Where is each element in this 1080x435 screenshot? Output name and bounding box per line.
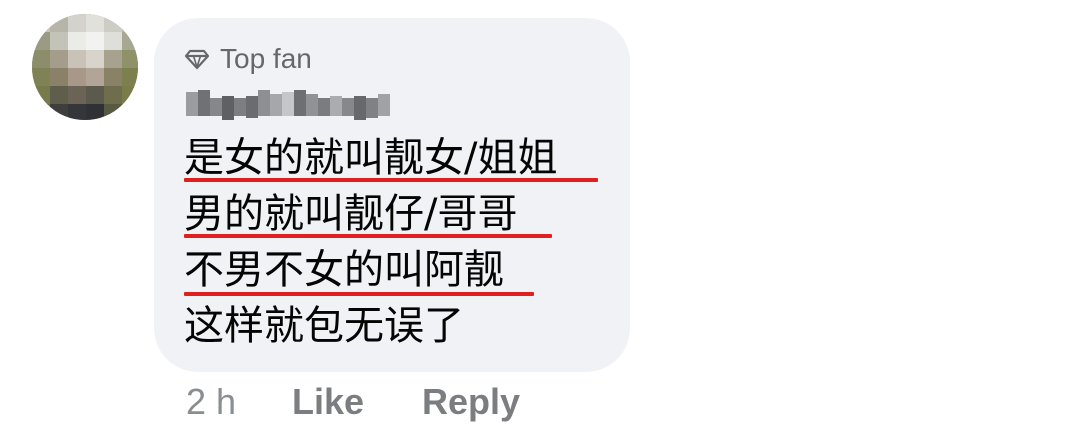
comment-line-3: 不男不女的叫阿靓 [184,247,504,293]
red-underline-2 [184,234,552,238]
comment-bubble: Top fan 是女的就叫靓女/姐姐 男的就叫靓仔/哥哥 不男不女的叫阿靓 这样… [154,18,630,372]
comment-line-2: 男的就叫靓仔/哥哥 [184,191,518,237]
red-underline-1 [184,178,598,182]
comment-timestamp[interactable]: 2 h [186,380,236,424]
reply-button[interactable]: Reply [422,380,520,424]
author-name-pixelated[interactable] [186,88,390,120]
comment-line-4: 这样就包无误了 [184,303,464,349]
badge-label: Top fan [220,43,312,74]
top-fan-badge: Top fan [184,42,312,76]
diamond-icon [184,49,210,70]
red-underline-3 [184,292,534,296]
comment-row: Top fan 是女的就叫靓女/姐姐 男的就叫靓仔/哥哥 不男不女的叫阿靓 这样… [0,0,1080,435]
avatar[interactable] [32,14,138,120]
comment-line-1: 是女的就叫靓女/姐姐 [184,135,558,181]
like-button[interactable]: Like [292,380,364,424]
